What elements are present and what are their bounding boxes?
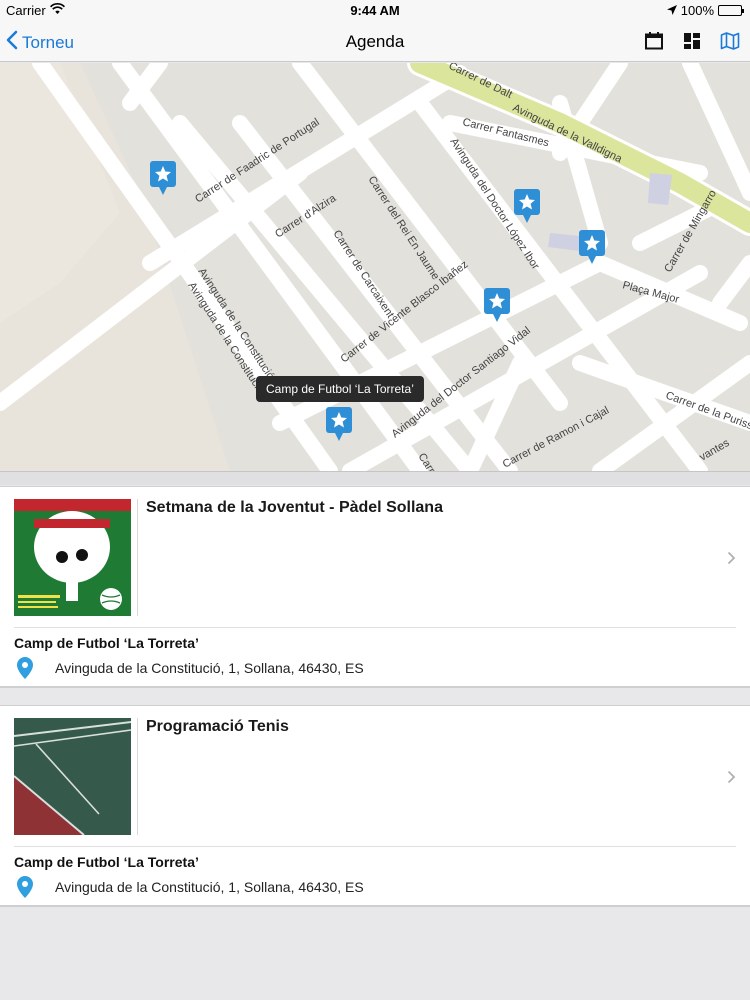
star-marker-icon[interactable] (149, 160, 177, 196)
calendar-icon[interactable] (644, 31, 664, 51)
star-marker-icon[interactable] (325, 406, 353, 442)
page-title: Agenda (345, 32, 405, 51)
event-address: Avinguda de la Constitució, 1, Sollana, … (55, 879, 364, 895)
location-pin-icon (17, 876, 33, 903)
battery-percent: 100% (680, 3, 714, 18)
location-arrow-icon (666, 3, 677, 18)
event-address: Avinguda de la Constitució, 1, Sollana, … (55, 660, 364, 676)
status-time: 9:44 AM (350, 3, 400, 18)
map-divider (0, 471, 750, 485)
row-divider (14, 627, 736, 628)
event-venue: Camp de Futbol ‘La Torreta’ (14, 854, 199, 870)
event-card[interactable]: Setmana de la Joventut - Pàdel Sollana C… (0, 486, 750, 688)
star-marker-icon[interactable] (578, 229, 606, 265)
chevron-right-icon (727, 551, 736, 570)
street-label: Avinguda de la Constitució (195, 266, 276, 382)
map-streets: Carrer de Dalt Avinguda de la Valldigna … (0, 63, 750, 471)
location-pin-icon (17, 657, 33, 684)
thumbnail-divider (137, 718, 138, 835)
thumbnail-divider (137, 499, 138, 616)
event-thumbnail (14, 499, 131, 616)
event-thumbnail (14, 718, 131, 835)
battery-icon (718, 5, 744, 16)
street-label: Carrer de Ramon i Cajal (501, 404, 611, 470)
star-marker-icon[interactable] (483, 287, 511, 323)
street-label: vantes (698, 437, 733, 464)
status-bar: Carrier 9:44 AM 100% (0, 0, 750, 22)
row-divider (14, 846, 736, 847)
chevron-right-icon (727, 770, 736, 789)
map-icon[interactable] (720, 31, 740, 51)
grid-layout-icon[interactable] (682, 31, 702, 51)
map-view[interactable]: Carrer de Dalt Avinguda de la Valldigna … (0, 63, 750, 471)
map-callout[interactable]: Camp de Futbol ‘La Torreta’ (256, 376, 424, 402)
event-title: Programació Tenis (146, 718, 289, 735)
event-card[interactable]: Programació Tenis Camp de Futbol ‘La Tor… (0, 705, 750, 907)
event-venue: Camp de Futbol ‘La Torreta’ (14, 635, 199, 651)
star-marker-icon[interactable] (513, 188, 541, 224)
nav-bar: Torneu Agenda (0, 22, 750, 62)
event-title: Setmana de la Joventut - Pàdel Sollana (146, 499, 443, 516)
